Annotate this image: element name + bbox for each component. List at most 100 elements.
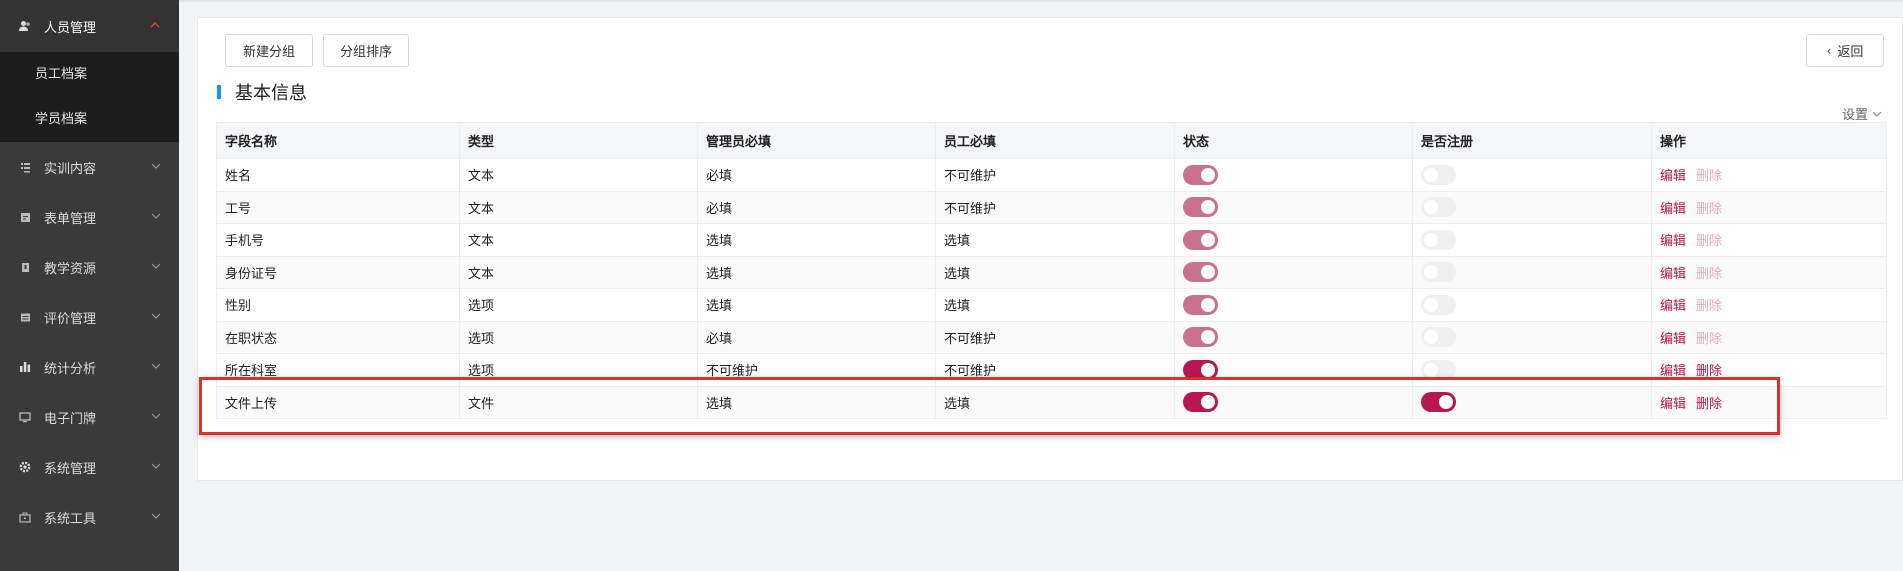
column-header: 是否注册 [1412,122,1652,159]
delete-link[interactable]: 删除 [1696,202,1722,217]
status-toggle[interactable] [1183,327,1218,348]
sidebar-item-staff-files[interactable]: 员工档案 [0,52,179,97]
admin-required-cell: 选填 [697,255,936,289]
edit-link[interactable]: 编辑 [1660,299,1686,314]
type-cell: 文本 [459,158,698,192]
actions-cell: 编辑 删除 [1651,190,1887,224]
sidebar-item-label: 表单管理 [44,211,97,227]
status-toggle[interactable] [1183,294,1218,315]
register-toggle[interactable] [1421,262,1456,283]
toggle-knob [1201,362,1215,377]
table-row: 在职状态 选项 必填 不可维护 编辑 删除 [216,320,1887,354]
sidebar-item-system-management[interactable]: 系统管理 [0,442,179,492]
toggle-knob [1201,200,1215,215]
toggle-knob [1201,265,1215,280]
register-toggle[interactable] [1421,392,1456,413]
toggle-knob [1201,297,1215,312]
edit-link[interactable]: 编辑 [1660,332,1686,347]
delete-link[interactable]: 删除 [1696,332,1722,347]
chevron-left-icon: ‹ [1826,43,1832,58]
section-title-text: 基本信息 [235,83,307,104]
table-row: 所在科室 选项 不可维护 不可维护 编辑 删除 [216,353,1887,387]
sidebar-item-statistics[interactable]: 统计分析 [0,342,179,392]
toggle-knob [1424,232,1438,247]
settings-dropdown[interactable]: 设置 [1842,104,1882,123]
table-row: 身份证号 文本 选填 选填 编辑 删除 [216,255,1887,289]
register-toggle[interactable] [1421,229,1456,250]
sidebar-item-label: 教学资源 [44,261,97,277]
sidebar-item-forms[interactable]: 表单管理 [0,192,179,242]
staff-required-cell: 选填 [935,385,1175,419]
delete-link[interactable]: 删除 [1696,234,1722,249]
register-toggle[interactable] [1421,327,1456,348]
register-toggle[interactable] [1421,197,1456,218]
new-group-button[interactable]: 新建分组 [225,34,313,67]
sidebar-item-door-signs[interactable]: 电子门牌 [0,392,179,442]
status-toggle[interactable] [1183,359,1218,380]
actions-cell: 编辑 删除 [1651,158,1887,192]
edit-link[interactable]: 编辑 [1660,234,1686,249]
back-label: 返回 [1837,45,1864,60]
sidebar-item-system-tools[interactable]: 系统工具 [0,492,179,542]
back-button[interactable]: ‹ 返回 [1806,34,1884,67]
top-divider [179,0,1903,2]
admin-required-cell: 必填 [697,320,936,354]
toggle-knob [1201,395,1215,410]
edit-link[interactable]: 编辑 [1660,397,1686,412]
toggle-knob [1424,297,1438,312]
chevron-down-icon [151,213,161,219]
staff-required-cell: 选填 [935,223,1175,257]
delete-link[interactable]: 删除 [1696,364,1722,379]
sidebar-group-label: 人员管理 [44,20,97,36]
status-toggle[interactable] [1183,392,1218,413]
edit-link[interactable]: 编辑 [1660,169,1686,184]
status-toggle[interactable] [1183,262,1218,283]
register-cell [1412,353,1652,387]
column-header: 状态 [1174,122,1413,159]
table-row: 手机号 文本 选填 选填 编辑 删除 [216,223,1887,257]
edit-link[interactable]: 编辑 [1660,267,1686,282]
toggle-knob [1201,232,1215,247]
sidebar-item-label: 实训内容 [44,161,97,177]
actions-cell: 编辑 删除 [1651,255,1887,289]
register-cell [1412,158,1652,192]
group-sort-button[interactable]: 分组排序 [323,34,409,67]
register-cell [1412,288,1652,322]
toggle-knob [1424,200,1438,215]
staff-required-cell: 不可维护 [935,353,1175,387]
admin-required-cell: 必填 [697,190,936,224]
delete-link[interactable]: 删除 [1696,169,1722,184]
admin-required-cell: 不可维护 [697,353,936,387]
field-name-cell: 文件上传 [216,385,460,419]
table-header-row: 字段名称 类型 管理员必填 员工必填 状态 是否注册 操作 [216,122,1887,159]
actions-cell: 编辑 删除 [1651,320,1887,354]
status-toggle[interactable] [1183,164,1218,185]
status-toggle[interactable] [1183,197,1218,218]
admin-required-cell: 选填 [697,385,936,419]
sidebar-item-resources[interactable]: 教学资源 [0,242,179,292]
toggle-knob [1424,330,1438,345]
status-toggle[interactable] [1183,229,1218,250]
bar-chart-icon [18,360,32,374]
actions-cell: 编辑 删除 [1651,353,1887,387]
register-toggle[interactable] [1421,294,1456,315]
edit-link[interactable]: 编辑 [1660,364,1686,379]
sidebar-item-reviews[interactable]: 评价管理 [0,292,179,342]
sidebar-item-student-files[interactable]: 学员档案 [0,97,179,142]
delete-link[interactable]: 删除 [1696,267,1722,282]
status-cell [1174,158,1413,192]
table-row: 姓名 文本 必填 不可维护 编辑 删除 [216,158,1887,192]
form-icon [18,210,32,224]
toggle-knob [1424,167,1438,182]
sidebar-group-personnel[interactable]: 人员管理 [0,0,179,52]
delete-link[interactable]: 删除 [1696,299,1722,314]
edit-link[interactable]: 编辑 [1660,202,1686,217]
register-toggle[interactable] [1421,359,1456,380]
staff-required-cell: 不可维护 [935,190,1175,224]
register-cell [1412,223,1652,257]
sidebar-item-label: 系统工具 [44,511,97,527]
register-toggle[interactable] [1421,164,1456,185]
sidebar-item-training[interactable]: 实训内容 [0,142,179,192]
field-name-cell: 工号 [216,190,460,224]
delete-link[interactable]: 删除 [1696,397,1722,412]
